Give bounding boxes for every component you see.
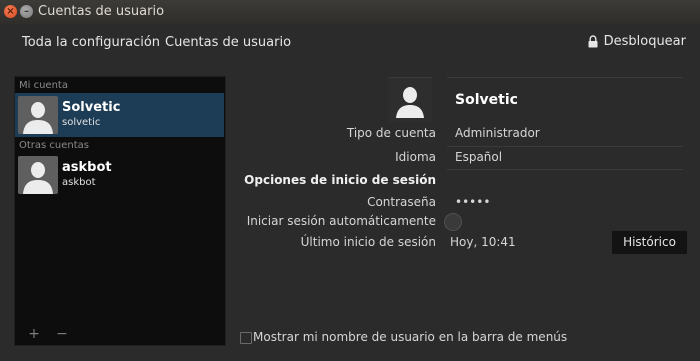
lock-icon bbox=[588, 35, 598, 48]
remove-user-button[interactable]: − bbox=[49, 325, 75, 343]
unlock-button[interactable]: Desbloquear bbox=[588, 34, 686, 49]
divider bbox=[447, 146, 683, 147]
password-label: Contraseña bbox=[367, 195, 436, 209]
divider bbox=[447, 77, 683, 78]
account-type-label: Tipo de cuenta bbox=[346, 126, 436, 140]
breadcrumb-current: Cuentas de usuario bbox=[165, 35, 292, 50]
divider bbox=[447, 169, 683, 170]
show-username-checkbox[interactable] bbox=[240, 332, 252, 344]
avatar bbox=[18, 156, 58, 194]
unlock-label: Desbloquear bbox=[603, 34, 686, 49]
user-login: askbot bbox=[62, 177, 96, 188]
password-value[interactable]: ••••• bbox=[455, 195, 490, 209]
user-list-panel: Mi cuenta Solvetic solvetic Otras cuenta… bbox=[14, 76, 226, 346]
list-toolbar: + − bbox=[15, 323, 224, 345]
title-bar: × – Cuentas de usuario bbox=[0, 0, 700, 25]
account-display-name[interactable]: Solvetic bbox=[455, 92, 518, 108]
all-settings-button[interactable]: Toda la configuración bbox=[22, 35, 160, 50]
history-button[interactable]: Histórico bbox=[611, 230, 688, 255]
avatar bbox=[18, 96, 58, 134]
login-options-heading: Opciones de inicio de sesión bbox=[244, 173, 436, 187]
user-login: solvetic bbox=[62, 117, 101, 128]
last-login-label: Último inicio de sesión bbox=[300, 235, 436, 249]
account-type-value[interactable]: Administrador bbox=[455, 126, 540, 140]
language-value[interactable]: Español bbox=[455, 150, 502, 164]
add-user-button[interactable]: + bbox=[21, 325, 47, 343]
user-name: Solvetic bbox=[62, 100, 121, 115]
last-login-value: Hoy, 10:41 bbox=[450, 235, 516, 249]
close-window-button[interactable]: × bbox=[4, 5, 17, 18]
language-label: Idioma bbox=[395, 150, 436, 164]
user-row-askbot[interactable]: askbot askbot bbox=[15, 153, 224, 197]
my-account-label: Mi cuenta bbox=[19, 80, 68, 91]
other-accounts-label: Otras cuentas bbox=[19, 140, 90, 151]
auto-login-switch[interactable] bbox=[444, 213, 462, 231]
account-avatar-button[interactable] bbox=[388, 77, 432, 122]
show-username-label[interactable]: Mostrar mi nombre de usuario en la barra… bbox=[253, 330, 567, 344]
toolbar: Toda la configuración Cuentas de usuario… bbox=[0, 24, 700, 62]
user-row-solvetic[interactable]: Solvetic solvetic bbox=[15, 93, 224, 137]
minimize-window-button[interactable]: – bbox=[20, 5, 33, 18]
window-title: Cuentas de usuario bbox=[38, 4, 165, 19]
auto-login-label: Iniciar sesión automáticamente bbox=[246, 214, 436, 228]
user-name: askbot bbox=[62, 160, 112, 175]
